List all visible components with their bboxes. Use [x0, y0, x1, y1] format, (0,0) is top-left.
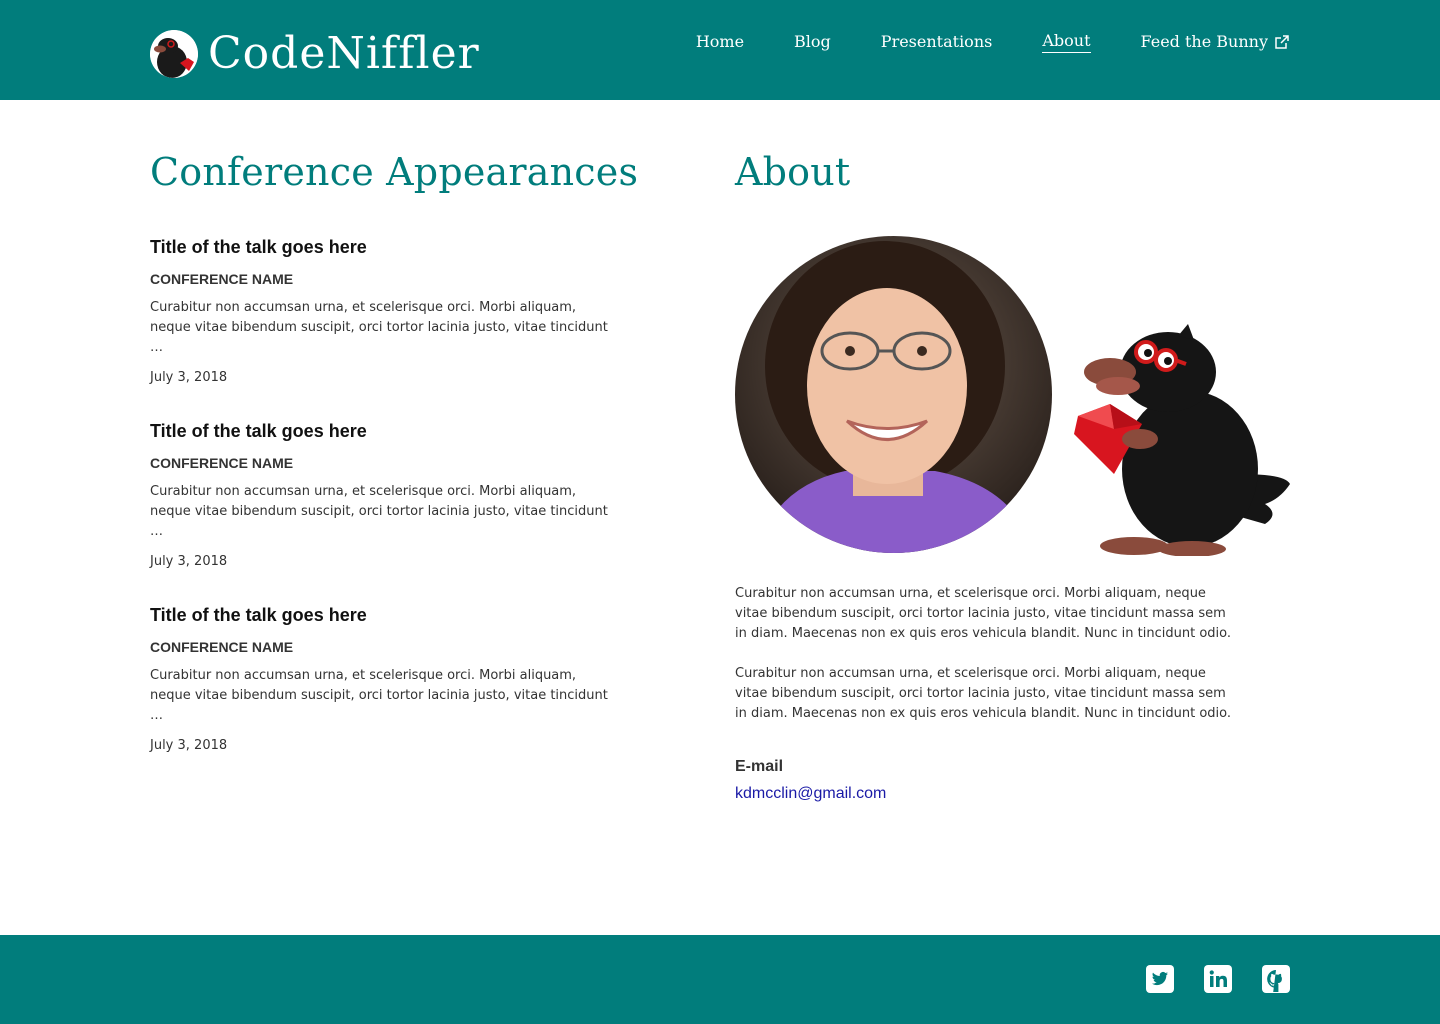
email-link[interactable]: kdmcclin@gmail.com [735, 785, 886, 803]
talk-description: Curabitur non accumsan urna, et sceleris… [150, 299, 608, 355]
niffler-logo-icon [150, 30, 198, 78]
talk-description: Curabitur non accumsan urna, et sceleris… [150, 483, 608, 539]
talk-title[interactable]: Title of the talk goes here [150, 420, 650, 442]
talk-conference-name: CONFERENCE NAME [150, 638, 294, 655]
profile-photo [735, 235, 1052, 553]
talk-item: Title of the talk goes here CONFERENCE N… [150, 604, 650, 756]
nav-presentations[interactable]: Presentations [881, 31, 993, 53]
conference-appearances-section: Conference Appearances Title of the talk… [150, 150, 650, 788]
site-header: CodeNiffler Home Blog Presentations Abou… [0, 0, 1440, 100]
twitter-icon[interactable] [1146, 964, 1174, 994]
github-icon[interactable] [1262, 964, 1290, 994]
talk-list: Title of the talk goes here CONFERENCE N… [150, 236, 650, 756]
email-label: E-mail [735, 757, 784, 775]
about-images [735, 235, 1295, 557]
nav-home[interactable]: Home [696, 31, 744, 53]
about-heading: About [735, 150, 851, 194]
linkedin-icon[interactable] [1204, 964, 1232, 994]
talk-description: Curabitur non accumsan urna, et sceleris… [150, 667, 608, 723]
talk-item: Title of the talk goes here CONFERENCE N… [150, 420, 650, 572]
about-paragraph: Curabitur non accumsan urna, et sceleris… [735, 585, 1232, 641]
talk-conference-name: CONFERENCE NAME [150, 454, 294, 471]
talk-date: July 3, 2018 [150, 369, 228, 385]
about-section: About Curabitur non accumsan urna, et sc… [735, 150, 1295, 803]
nav-about[interactable]: About [1042, 30, 1091, 53]
site-footer [0, 935, 1440, 1024]
talk-date: July 3, 2018 [150, 737, 228, 753]
social-links [1116, 964, 1290, 994]
site-logo[interactable]: CodeNiffler [150, 26, 480, 82]
niffler-mascot-illustration [1070, 323, 1292, 557]
site-logo-text: CodeNiffler [208, 28, 480, 79]
nav-blog[interactable]: Blog [794, 31, 831, 53]
talk-title[interactable]: Title of the talk goes here [150, 604, 650, 626]
main-nav: Home Blog Presentations About Feed the B… [646, 30, 1290, 53]
nav-feed-the-bunny-label: Feed the Bunny [1140, 31, 1269, 51]
conference-appearances-heading: Conference Appearances [150, 150, 639, 194]
nav-feed-the-bunny[interactable]: Feed the Bunny [1141, 31, 1291, 53]
talk-title[interactable]: Title of the talk goes here [150, 236, 650, 258]
talk-date: July 3, 2018 [150, 553, 228, 569]
external-link-icon [1274, 34, 1290, 50]
talk-item: Title of the talk goes here CONFERENCE N… [150, 236, 650, 388]
about-paragraph: Curabitur non accumsan urna, et sceleris… [735, 665, 1232, 721]
talk-conference-name: CONFERENCE NAME [150, 270, 294, 287]
about-bio: Curabitur non accumsan urna, et sceleris… [735, 584, 1235, 724]
